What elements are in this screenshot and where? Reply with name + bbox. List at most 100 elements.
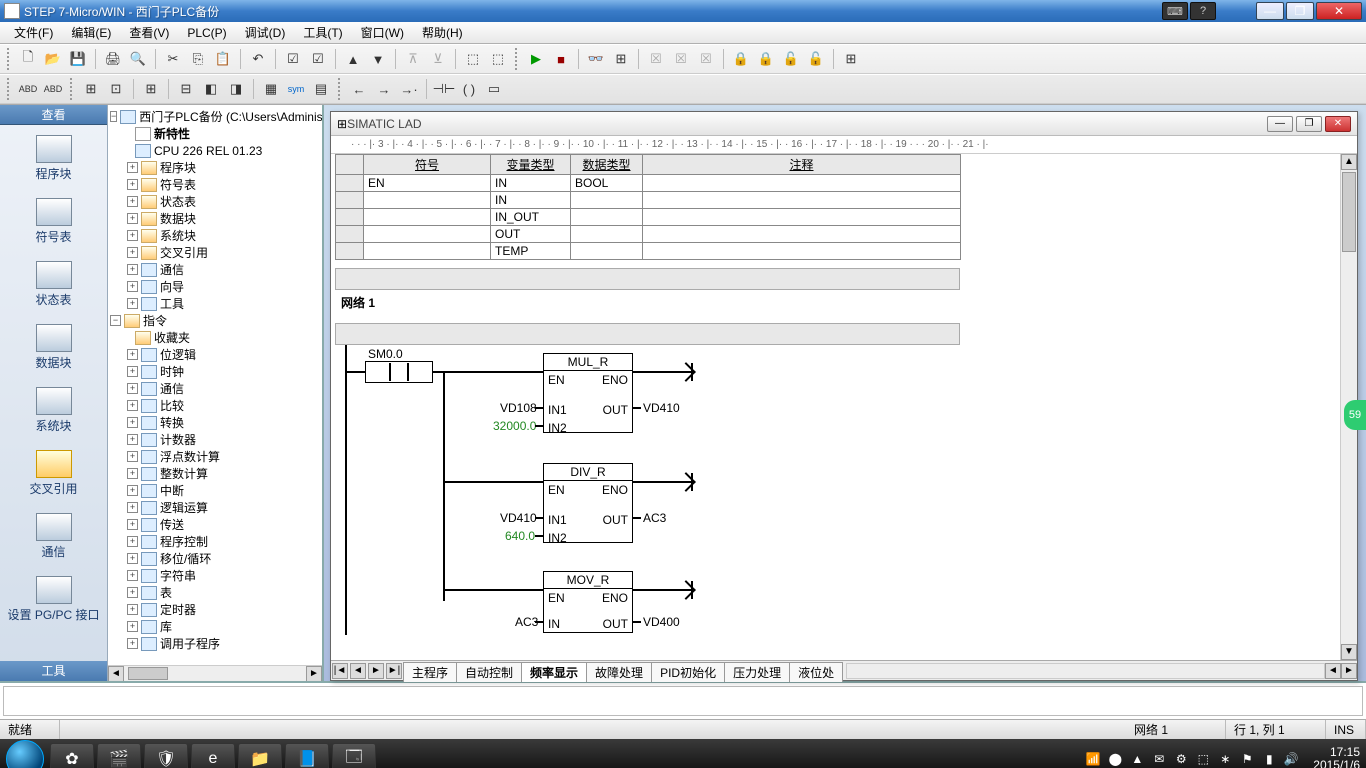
status-icon[interactable]: ⊞ <box>610 48 632 70</box>
tree-group[interactable]: +通信 <box>110 261 320 278</box>
paste-icon[interactable]: 📋 <box>212 48 234 70</box>
tree-hscroll[interactable]: ◄ ► <box>108 665 322 681</box>
tab[interactable]: 液位处 <box>789 662 843 682</box>
menu-help[interactable]: 帮助(H) <box>414 22 471 43</box>
scroll-up-icon[interactable]: ▲ <box>1341 154 1357 170</box>
tab-first-icon[interactable]: |◄ <box>332 663 348 679</box>
tree-group[interactable]: +状态表 <box>110 193 320 210</box>
expand-icon[interactable]: + <box>127 536 138 547</box>
force4-icon[interactable]: 🔓 <box>805 48 827 70</box>
tree-instr[interactable]: +通信 <box>110 380 320 397</box>
expand-icon[interactable]: + <box>127 298 138 309</box>
wire-left-icon[interactable]: ← <box>348 78 370 100</box>
expand-icon[interactable]: + <box>127 247 138 258</box>
project-tree[interactable]: −西门子PLC备份 (C:\Users\Administ 新特性 CPU 226… <box>108 105 322 665</box>
tree-instr[interactable]: +浮点数计算 <box>110 448 320 465</box>
expand-icon[interactable]: + <box>127 604 138 615</box>
close-button[interactable]: ✕ <box>1316 2 1362 20</box>
tree-instr[interactable]: +转换 <box>110 414 320 431</box>
collapse-icon[interactable]: − <box>110 111 117 122</box>
battery-icon[interactable]: ▮ <box>1261 751 1277 767</box>
taskbar-app[interactable]: 📘 <box>285 743 329 768</box>
tree-group[interactable]: +交叉引用 <box>110 244 320 261</box>
symbol-info-icon[interactable]: ⊞ <box>80 78 102 100</box>
print-icon[interactable]: 🖨 <box>102 48 124 70</box>
chart3-icon[interactable]: ☒ <box>695 48 717 70</box>
undo-icon[interactable]: ↶ <box>247 48 269 70</box>
table-row[interactable]: ENINBOOL <box>336 175 961 192</box>
floating-badge[interactable]: 59 <box>1344 400 1366 430</box>
tree-instr-root[interactable]: −指令 <box>110 312 320 329</box>
toggle2-icon[interactable]: ◨ <box>225 78 247 100</box>
volume-icon[interactable]: 🔊 <box>1283 751 1299 767</box>
tree-instr[interactable]: +计数器 <box>110 431 320 448</box>
toggle1-icon[interactable]: ◧ <box>200 78 222 100</box>
tree-instr[interactable]: +逻辑运算 <box>110 499 320 516</box>
menu-edit[interactable]: 编辑(E) <box>63 22 119 43</box>
tree-instr[interactable]: +定时器 <box>110 601 320 618</box>
menu-window[interactable]: 窗口(W) <box>353 22 412 43</box>
insert-net-icon[interactable]: ⊼ <box>402 48 424 70</box>
function-block-mov[interactable]: MOV_R ENENO INOUT <box>543 571 633 633</box>
tree-group[interactable]: +数据块 <box>110 210 320 227</box>
tab[interactable]: 故障处理 <box>586 662 652 682</box>
wifi-icon[interactable]: 📶 <box>1085 751 1101 767</box>
nav-data-block[interactable]: 数据块 <box>0 318 107 381</box>
nav-cross-ref[interactable]: 交叉引用 <box>0 444 107 507</box>
function-block-div[interactable]: DIV_R ENENO IN1OUT IN2 <box>543 463 633 543</box>
taskbar-app[interactable]: ✿ <box>50 743 94 768</box>
bookmark-icon[interactable]: ⊡ <box>105 78 127 100</box>
expand-icon[interactable]: + <box>127 230 138 241</box>
tree-instr[interactable]: +传送 <box>110 516 320 533</box>
scroll-right-icon[interactable]: ► <box>1341 663 1357 679</box>
tab-prev-icon[interactable]: ◄ <box>350 663 366 679</box>
expand-icon[interactable]: + <box>127 621 138 632</box>
view-stl-icon[interactable]: ▤ <box>310 78 332 100</box>
tray-icon[interactable]: ⬚ <box>1195 751 1211 767</box>
clock[interactable]: 17:15 2015/1/6 <box>1313 746 1360 768</box>
tree-instr[interactable]: +表 <box>110 584 320 601</box>
tab[interactable]: PID初始化 <box>651 662 725 682</box>
bluetooth-icon[interactable]: ∗ <box>1217 751 1233 767</box>
expand-icon[interactable]: + <box>127 213 138 224</box>
pou-comment-icon[interactable]: ⊞ <box>140 78 162 100</box>
scroll-thumb[interactable] <box>128 667 168 680</box>
view-lad-icon[interactable]: ▦ <box>260 78 282 100</box>
col-symbol[interactable]: 符号 <box>364 155 491 175</box>
tree-group[interactable]: +程序块 <box>110 159 320 176</box>
tree-new-feature[interactable]: 新特性 <box>110 125 320 142</box>
menu-file[interactable]: 文件(F) <box>6 22 61 43</box>
menu-tools[interactable]: 工具(T) <box>295 22 350 43</box>
tab-last-icon[interactable]: ►| <box>386 663 402 679</box>
col-comment[interactable]: 注释 <box>643 155 961 175</box>
toolbar-grip[interactable] <box>338 78 342 100</box>
tab-next-icon[interactable]: ► <box>368 663 384 679</box>
view-sym-icon[interactable]: sym <box>285 78 307 100</box>
expand-icon[interactable]: + <box>127 553 138 564</box>
expand-icon[interactable]: + <box>127 485 138 496</box>
tree-instr[interactable]: +位逻辑 <box>110 346 320 363</box>
expand-icon[interactable]: + <box>127 434 138 445</box>
tree-instr[interactable]: +库 <box>110 618 320 635</box>
ed-maximize-button[interactable]: ❐ <box>1296 116 1322 132</box>
box-icon[interactable]: ▭ <box>483 78 505 100</box>
menu-plc[interactable]: PLC(P) <box>179 24 234 42</box>
tab[interactable]: 自动控制 <box>456 662 522 682</box>
toolbar-grip[interactable] <box>7 78 11 100</box>
tree-instr[interactable]: +比较 <box>110 397 320 414</box>
minimize-button[interactable]: — <box>1256 2 1284 20</box>
menu-view[interactable]: 查看(V) <box>121 22 177 43</box>
tree-group[interactable]: +系统块 <box>110 227 320 244</box>
chart1-icon[interactable]: ☒ <box>645 48 667 70</box>
taskbar-app[interactable]: 🛡 <box>144 743 188 768</box>
expand-icon[interactable]: + <box>127 587 138 598</box>
stop-icon[interactable]: ■ <box>550 48 572 70</box>
paste-pou-icon[interactable]: ⬚ <box>487 48 509 70</box>
monitor-icon[interactable]: 👓 <box>585 48 607 70</box>
contact[interactable] <box>365 361 433 383</box>
scroll-right-icon[interactable]: ► <box>306 666 322 681</box>
nav-status-table[interactable]: 状态表 <box>0 255 107 318</box>
tree-instr[interactable]: +中断 <box>110 482 320 499</box>
tree-group[interactable]: +向导 <box>110 278 320 295</box>
table-row[interactable]: IN <box>336 192 961 209</box>
